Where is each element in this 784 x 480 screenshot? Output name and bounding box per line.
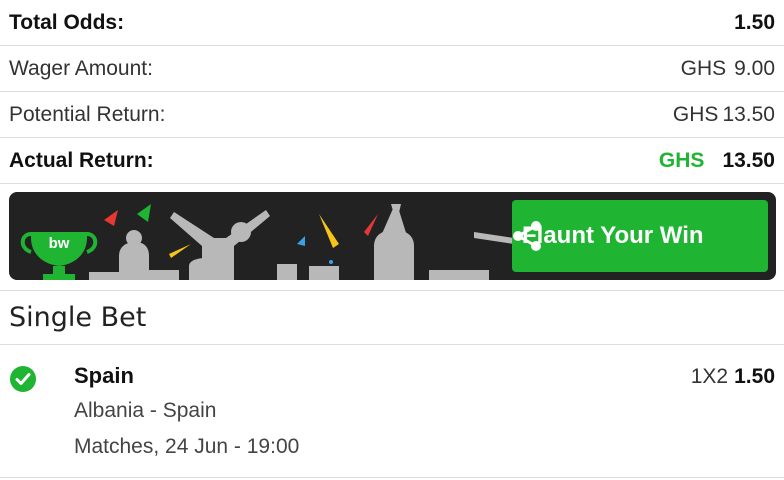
wager-amount: 9.00 — [734, 56, 775, 80]
wager-amount-label: Wager Amount: — [9, 56, 153, 80]
wager-currency: GHS — [680, 56, 727, 80]
share-icon — [513, 221, 541, 251]
flaunt-win-banner: bw Flaunt Your Win — [9, 192, 776, 280]
potential-return-value: GHS 13.50 — [673, 103, 775, 127]
check-circle-icon — [10, 366, 36, 392]
wager-amount-value: GHS 9.00 — [681, 57, 775, 81]
market-odds: 1X2 1.50 — [691, 365, 775, 389]
section-title: Single Bet — [9, 302, 147, 333]
total-odds-row: Total Odds: 1.50 — [0, 0, 784, 46]
divider — [0, 344, 784, 345]
total-odds-label: Total Odds: — [9, 10, 125, 34]
selection-name: Spain — [74, 363, 134, 388]
wager-amount-row: Wager Amount: GHS 9.00 — [0, 46, 784, 92]
flaunt-button-label: Flaunt Your Win — [522, 222, 704, 249]
divider — [0, 290, 784, 291]
flaunt-your-win-button[interactable]: Flaunt Your Win — [512, 200, 768, 272]
divider — [0, 477, 784, 478]
logo-text: bw — [49, 235, 70, 252]
total-odds-value: 1.50 — [734, 10, 775, 34]
market-type: 1X2 — [690, 365, 729, 388]
match-name: Albania - Spain — [74, 399, 217, 422]
potential-return-amount: 13.50 — [722, 102, 775, 126]
actual-return-label: Actual Return: — [9, 148, 154, 172]
trophy-icon: bw — [20, 232, 98, 280]
actual-return-value: GHS 13.50 — [659, 149, 775, 173]
actual-return-row: Actual Return: GHS 13.50 — [0, 138, 784, 184]
actual-currency: GHS — [658, 148, 705, 172]
selection-odds: 1.50 — [734, 365, 775, 388]
actual-return-amount: 13.50 — [722, 148, 775, 172]
potential-currency: GHS — [672, 102, 719, 126]
potential-return-label: Potential Return: — [9, 102, 166, 126]
match-time: Matches, 24 Jun - 19:00 — [74, 435, 300, 458]
potential-return-row: Potential Return: GHS 13.50 — [0, 92, 784, 138]
